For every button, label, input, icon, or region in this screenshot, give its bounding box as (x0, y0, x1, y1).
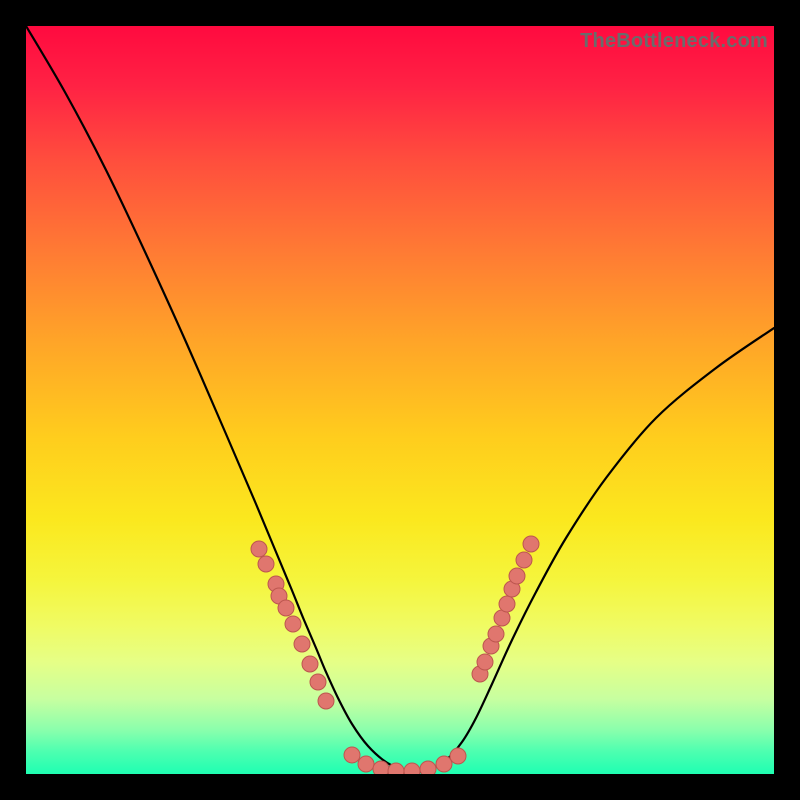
data-marker (420, 761, 436, 774)
data-marker (499, 596, 515, 612)
data-marker (251, 541, 267, 557)
data-marker (373, 761, 389, 774)
data-marker (488, 626, 504, 642)
curve-path (26, 26, 774, 772)
data-marker (450, 748, 466, 764)
data-marker (358, 756, 374, 772)
data-marker (310, 674, 326, 690)
data-marker (523, 536, 539, 552)
data-marker (258, 556, 274, 572)
data-marker (436, 756, 452, 772)
chart-svg (26, 26, 774, 774)
data-marker (344, 747, 360, 763)
data-marker (278, 600, 294, 616)
data-marker (388, 763, 404, 774)
markers-group (251, 536, 539, 774)
data-marker (509, 568, 525, 584)
data-marker (516, 552, 532, 568)
data-marker (477, 654, 493, 670)
data-marker (318, 693, 334, 709)
data-marker (404, 763, 420, 774)
data-marker (294, 636, 310, 652)
chart-plot-area: TheBottleneck.com (26, 26, 774, 774)
data-marker (285, 616, 301, 632)
data-marker (302, 656, 318, 672)
